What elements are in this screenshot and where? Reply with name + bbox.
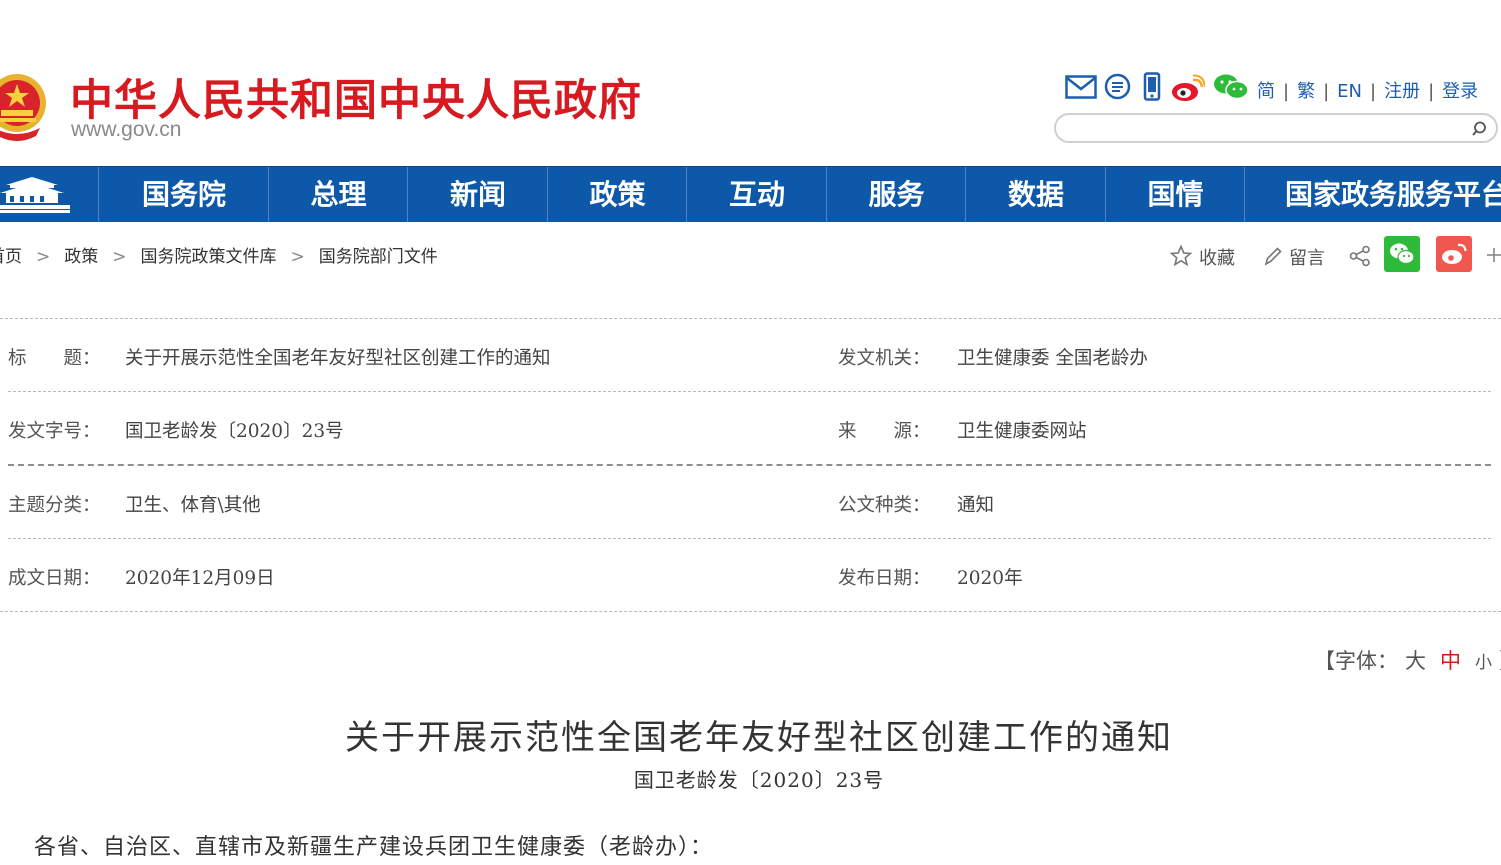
meta-label: 发布日期： [838, 568, 931, 589]
meta-value-doc-number: 国卫老龄发〔2020〕23号 [125, 421, 344, 442]
nav-item-premier[interactable]: 总理 [268, 167, 408, 222]
pencil-icon[interactable] [1263, 245, 1283, 267]
mail-icon[interactable] [1065, 75, 1097, 99]
meta-label: 公文种类： [838, 495, 931, 516]
article-title: 关于开展示范性全国老年友好型社区创建工作的通知 [345, 718, 1173, 758]
separator: | [1283, 81, 1290, 102]
site-header: 中华人民共和国中央人民政府 www.gov.cn 简 | 繁 | EN | 注册… [0, 0, 1501, 166]
share-weibo-button[interactable] [1436, 236, 1472, 272]
lang-simplified-link[interactable]: 简 [1257, 81, 1275, 102]
article-doc-number: 国卫老龄发〔2020〕23号 [633, 768, 885, 792]
weibo-icon[interactable] [1171, 74, 1205, 102]
login-link[interactable]: 登录 [1442, 81, 1478, 102]
bracket-open: 【 [1314, 649, 1335, 673]
nav-item-news[interactable]: 新闻 [407, 167, 548, 222]
search-box [1054, 113, 1498, 143]
nav-item-data[interactable]: 数据 [965, 167, 1106, 222]
wechat-icon [1390, 243, 1415, 265]
meta-label: 主题分类： [8, 495, 101, 516]
nav-item-national-info[interactable]: 国情 [1105, 167, 1245, 222]
share-wechat-button[interactable] [1384, 236, 1420, 272]
search-icon[interactable] [1470, 120, 1488, 138]
meta-row: 主题分类： 卫生、体育\其他 公文种类： 通知 [0, 465, 1501, 538]
tiananmen-icon[interactable] [0, 175, 70, 215]
nav-item-services[interactable]: 服务 [826, 167, 966, 222]
weibo-icon [1442, 243, 1467, 264]
share-icon[interactable] [1349, 245, 1371, 267]
separator: | [1370, 81, 1377, 102]
main-nav: 国务院 总理 新闻 政策 互动 服务 数据 国情 国家政务服务平台 [0, 166, 1501, 222]
national-emblem-icon[interactable] [0, 70, 48, 144]
star-icon[interactable] [1170, 245, 1192, 267]
site-domain[interactable]: www.gov.cn [71, 118, 182, 142]
nav-item-policy[interactable]: 政策 [547, 167, 687, 222]
comment-button[interactable]: 留言 [1289, 244, 1325, 270]
meta-value-written-date: 2020年12月09日 [125, 568, 275, 589]
nav-item-state-council[interactable]: 国务院 [98, 167, 269, 222]
language-links: 简 | 繁 | EN | 注册 | 登录 [1257, 77, 1478, 103]
nav-item-gov-service-platform[interactable]: 国家政务服务平台 [1244, 167, 1501, 222]
meta-value-doc-type: 通知 [957, 495, 995, 516]
font-size-large-button[interactable]: 大 [1405, 649, 1426, 673]
favorite-button[interactable]: 收藏 [1199, 244, 1235, 270]
wechat-icon[interactable] [1213, 73, 1249, 101]
separator: | [1323, 81, 1330, 102]
font-size-medium-button[interactable]: 中 [1440, 649, 1461, 673]
meta-value-title: 关于开展示范性全国老年友好型社区创建工作的通知 [125, 348, 551, 369]
meta-value-source: 卫生健康委网站 [957, 421, 1087, 442]
mobile-icon[interactable] [1143, 72, 1161, 102]
meta-row: 标 题： 关于开展示范性全国老年友好型社区创建工作的通知 发文机关： 卫生健康委… [0, 318, 1501, 391]
meta-label: 发文字号： [8, 421, 101, 442]
search-input[interactable] [1070, 118, 1464, 140]
separator: | [1428, 81, 1435, 102]
meta-label: 成文日期： [8, 568, 101, 589]
lang-english-link[interactable]: EN [1337, 81, 1362, 102]
meta-label: 来 源： [838, 421, 931, 442]
meta-value-issuer: 卫生健康委 全国老龄办 [957, 348, 1148, 369]
font-size-small-button[interactable]: 小 [1475, 653, 1492, 673]
meta-row: 成文日期： 2020年12月09日 发布日期： 2020年 [0, 538, 1501, 611]
register-link[interactable]: 注册 [1384, 81, 1420, 102]
meta-value-published-date: 2020年 [957, 568, 1023, 589]
nav-item-interaction[interactable]: 互动 [686, 167, 827, 222]
font-size-control: 【字体：大中小】 [1314, 645, 1501, 675]
divider [0, 611, 1501, 612]
lang-traditional-link[interactable]: 繁 [1297, 81, 1315, 102]
share-bar: 收藏 留言 [0, 236, 1501, 276]
article-salutation: 各省、自治区、直辖市及新疆生产建设兵团卫生健康委（老龄办）： [34, 835, 714, 860]
font-size-label: 字体： [1335, 649, 1398, 673]
meta-label: 发文机关： [838, 348, 931, 369]
meta-value-topic: 卫生、体育\其他 [125, 495, 261, 516]
message-icon[interactable] [1104, 73, 1131, 100]
meta-row: 发文字号： 国卫老龄发〔2020〕23号 来 源： 卫生健康委网站 [0, 391, 1501, 464]
plus-icon[interactable] [1487, 246, 1501, 264]
meta-label: 标 题： [8, 348, 101, 369]
